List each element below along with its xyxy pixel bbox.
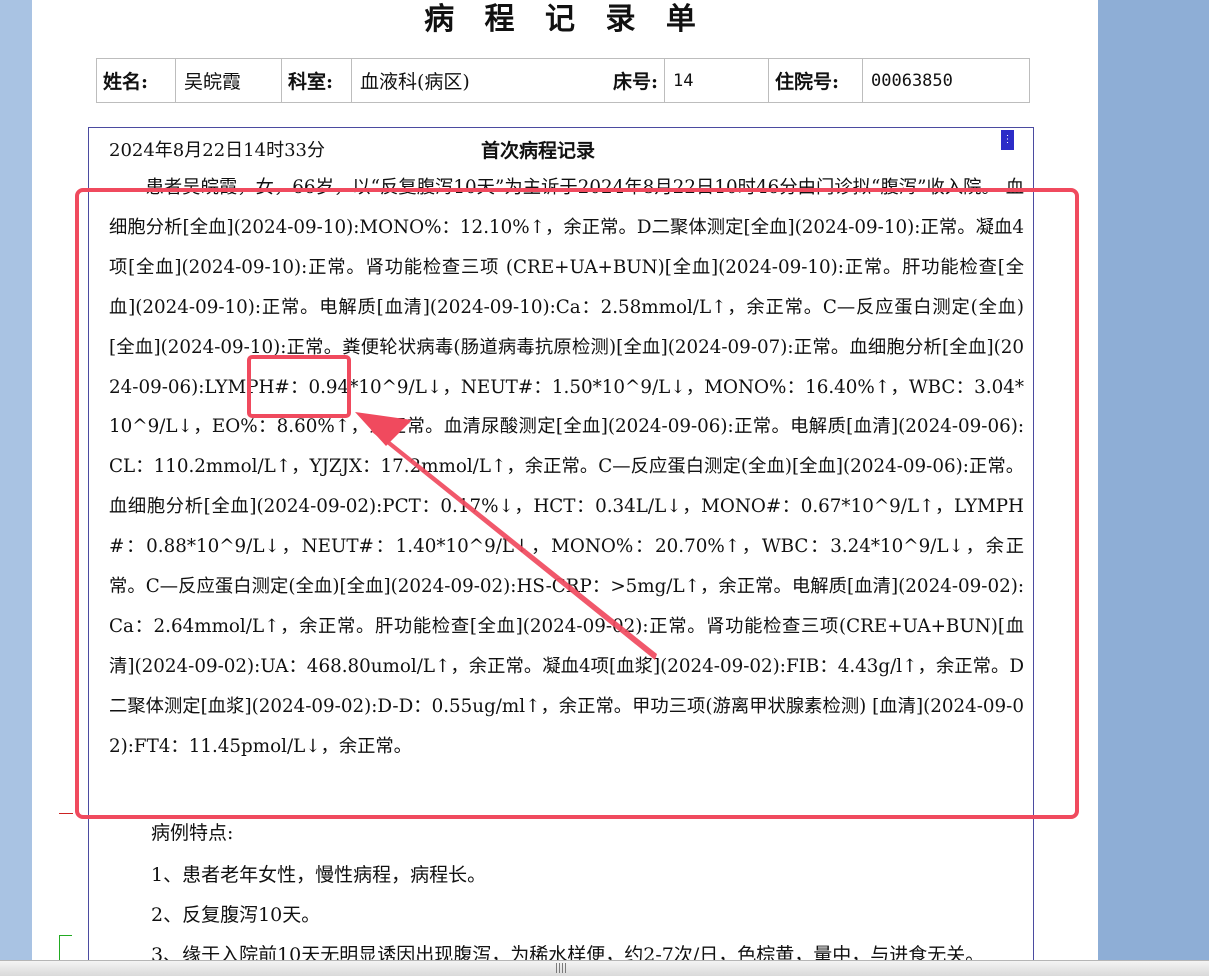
horizontal-scrollbar[interactable] xyxy=(0,960,1209,976)
scrollbar-grip-icon[interactable] xyxy=(556,963,568,973)
annotation-arrow-icon xyxy=(355,412,657,660)
